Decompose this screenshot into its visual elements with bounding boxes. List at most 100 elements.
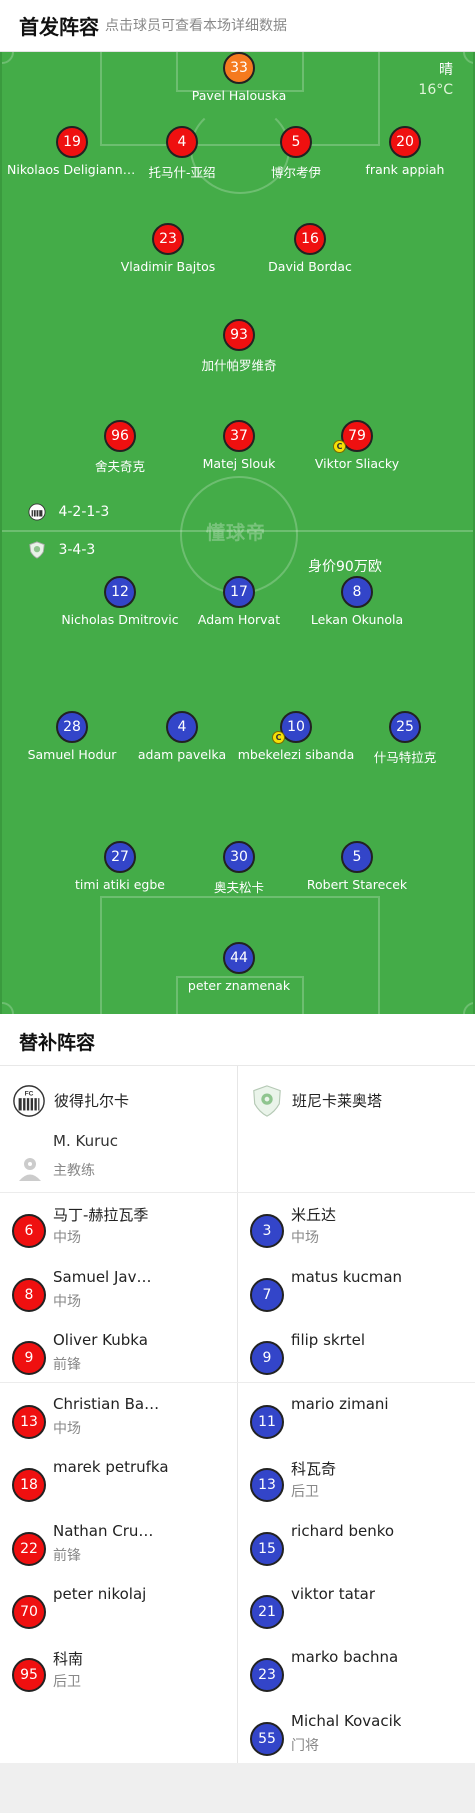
home-player[interactable]: 20 frank appiah [340, 126, 470, 177]
away-player[interactable]: 27 timi atiki egbe [55, 841, 185, 892]
home-player[interactable]: 96 舍夫奇克 [55, 420, 185, 475]
player-name: peter nikolaj [53, 1585, 147, 1603]
player-name: Pavel Halouska [191, 88, 287, 103]
player-name: richard benko [291, 1522, 395, 1540]
away-player[interactable]: 5 Robert Starecek [292, 841, 422, 892]
away-team-logo-icon [29, 541, 45, 559]
coach-role: 主教练 [53, 1163, 95, 1179]
home-sub-player[interactable]: 70 peter nikolaj [12, 1585, 237, 1633]
player-position: 门将 [291, 1738, 319, 1754]
jersey-number-text: 79 [348, 428, 366, 444]
player-name: 马丁-赫拉瓦季 [53, 1206, 149, 1224]
away-sub-player[interactable]: 11 mario zimani [250, 1395, 475, 1443]
player-name: marek petrufka [53, 1458, 169, 1476]
home-sub-player[interactable]: 9 Oliver Kubka 前锋 [12, 1331, 237, 1379]
jersey-number: 95 [12, 1658, 46, 1692]
away-sub-player[interactable]: 23 marko bachna [250, 1648, 475, 1696]
home-sub-player[interactable]: 6 马丁-赫拉瓦季 中场 [12, 1204, 237, 1252]
jersey-number: 5 [341, 841, 373, 873]
away-player[interactable]: 4 adam pavelka [117, 711, 247, 762]
jersey-number: 5 [280, 126, 312, 158]
home-team-name: 彼得扎尔卡 [54, 1092, 130, 1110]
player-name: 托马什-亚绍 [148, 165, 216, 180]
away-team[interactable]: 班尼卡莱奥塔 [250, 1080, 470, 1120]
home-player[interactable]: 23 Vladimir Bajtos [103, 223, 233, 274]
row-divider [0, 1192, 475, 1193]
jersey-number: 96 [104, 420, 136, 452]
home-team[interactable]: FC 彼得扎尔卡 [12, 1080, 232, 1120]
player-name: Nathan Crucenic [53, 1522, 160, 1540]
home-player[interactable]: 4 托马什-亚绍 [117, 126, 247, 181]
home-sub-player[interactable]: 18 marek petrufka [12, 1458, 237, 1506]
captain-icon: C [333, 440, 346, 453]
player-position: 后卫 [291, 1484, 319, 1500]
jersey-number: 11 [250, 1405, 284, 1439]
player-name: 科瓦奇 [291, 1460, 337, 1478]
lineup-header: 首发阵容 点击球员可查看本场详细数据 [0, 0, 475, 52]
player-position: 中场 [53, 1294, 81, 1310]
subs-list: FC 彼得扎尔卡 班尼卡莱奥塔 M. Kuruc 主教练 6 马丁-赫拉瓦季 中… [0, 1066, 475, 1763]
player-position: 中场 [291, 1230, 319, 1246]
home-player[interactable]: 93 加什帕罗维奇 [174, 319, 304, 374]
away-player[interactable]: 8 Lekan Okunola [292, 576, 422, 627]
jersey-number: 55 [250, 1722, 284, 1756]
away-player[interactable]: 44 peter znamenak [174, 942, 304, 993]
away-sub-player[interactable]: 13 科瓦奇 后卫 [250, 1458, 475, 1506]
player-position: 中场 [53, 1230, 81, 1246]
away-player[interactable]: 17 Adam Horvat [174, 576, 304, 627]
away-sub-player[interactable]: 7 matus kucman [250, 1268, 475, 1316]
away-sub-player[interactable]: 3 米丘达 中场 [250, 1204, 475, 1252]
home-formation: 4-2-1-3 [28, 502, 109, 522]
formation-text: 4-2-1-3 [58, 504, 110, 520]
jersey-number: 15 [250, 1532, 284, 1566]
player-name: Vladimir Bajtos [120, 259, 216, 274]
away-formation: 3-4-3 [28, 540, 95, 560]
away-sub-player[interactable]: 15 richard benko [250, 1522, 475, 1570]
home-sub-player[interactable]: 95 科南 后卫 [12, 1648, 237, 1696]
home-player[interactable]: 33 Pavel Halouska [174, 52, 304, 103]
away-sub-player[interactable]: 9 filip skrtel [250, 1331, 475, 1379]
away-sub-player[interactable]: 21 viktor tatar [250, 1585, 475, 1633]
jersey-number: 13 [12, 1405, 46, 1439]
player-name: viktor tatar [291, 1585, 376, 1603]
home-player[interactable]: 16 David Bordac [245, 223, 375, 274]
jersey-number: 37 [223, 420, 255, 452]
player-name: adam pavelka [137, 747, 227, 762]
player-position: 前锋 [53, 1357, 81, 1373]
formation-text: 3-4-3 [58, 542, 96, 558]
jersey-number: 30 [223, 841, 255, 873]
away-player[interactable]: 25 什马特拉克 [340, 711, 470, 766]
home-sub-player[interactable]: 8 Samuel Javorček 中场 [12, 1268, 237, 1316]
jersey-number: 23 [250, 1658, 284, 1692]
column-divider [237, 1066, 238, 1763]
jersey-number: 44 [223, 942, 255, 974]
row-divider [0, 1382, 475, 1383]
player-name: 舍夫奇克 [94, 459, 145, 474]
jersey-number: 33 [223, 52, 255, 84]
away-player[interactable]: 12 Nicholas Dmitrovic [55, 576, 185, 627]
player-name: 奥夫松卡 [213, 880, 264, 895]
player-name: filip skrtel [291, 1331, 366, 1349]
jersey-number: 93 [223, 319, 255, 351]
home-sub-player[interactable]: 22 Nathan Crucenic 前锋 [12, 1522, 237, 1570]
home-sub-player[interactable]: 13 Christian Bacinsky 中场 [12, 1395, 237, 1443]
away-sub-player[interactable]: 55 Michal Kovacik 门将 [250, 1712, 475, 1760]
home-player[interactable]: 79 C Viktor Sliacky [292, 420, 422, 471]
player-name: Nicholas Dmitrovic [61, 612, 179, 627]
player-name: 什马特拉克 [373, 750, 437, 765]
home-team-logo-icon: FC [13, 1085, 45, 1117]
jersey-number: 16 [294, 223, 326, 255]
away-team-name: 班尼卡莱奥塔 [292, 1092, 383, 1110]
subs-title: 替补阵容 [19, 1032, 96, 1054]
jersey-number: 19 [56, 126, 88, 158]
player-name: peter znamenak [187, 978, 291, 993]
market-value: 身价90万欧 [308, 559, 382, 575]
jersey-number: 13 [250, 1468, 284, 1502]
jersey-number: 20 [389, 126, 421, 158]
away-player[interactable]: 30 奥夫松卡 [174, 841, 304, 896]
jersey-number: 7 [250, 1278, 284, 1312]
jersey-number: 70 [12, 1595, 46, 1629]
jersey-number: 22 [12, 1532, 46, 1566]
jersey-number: 28 [56, 711, 88, 743]
home-player[interactable]: 37 Matej Slouk [174, 420, 304, 471]
